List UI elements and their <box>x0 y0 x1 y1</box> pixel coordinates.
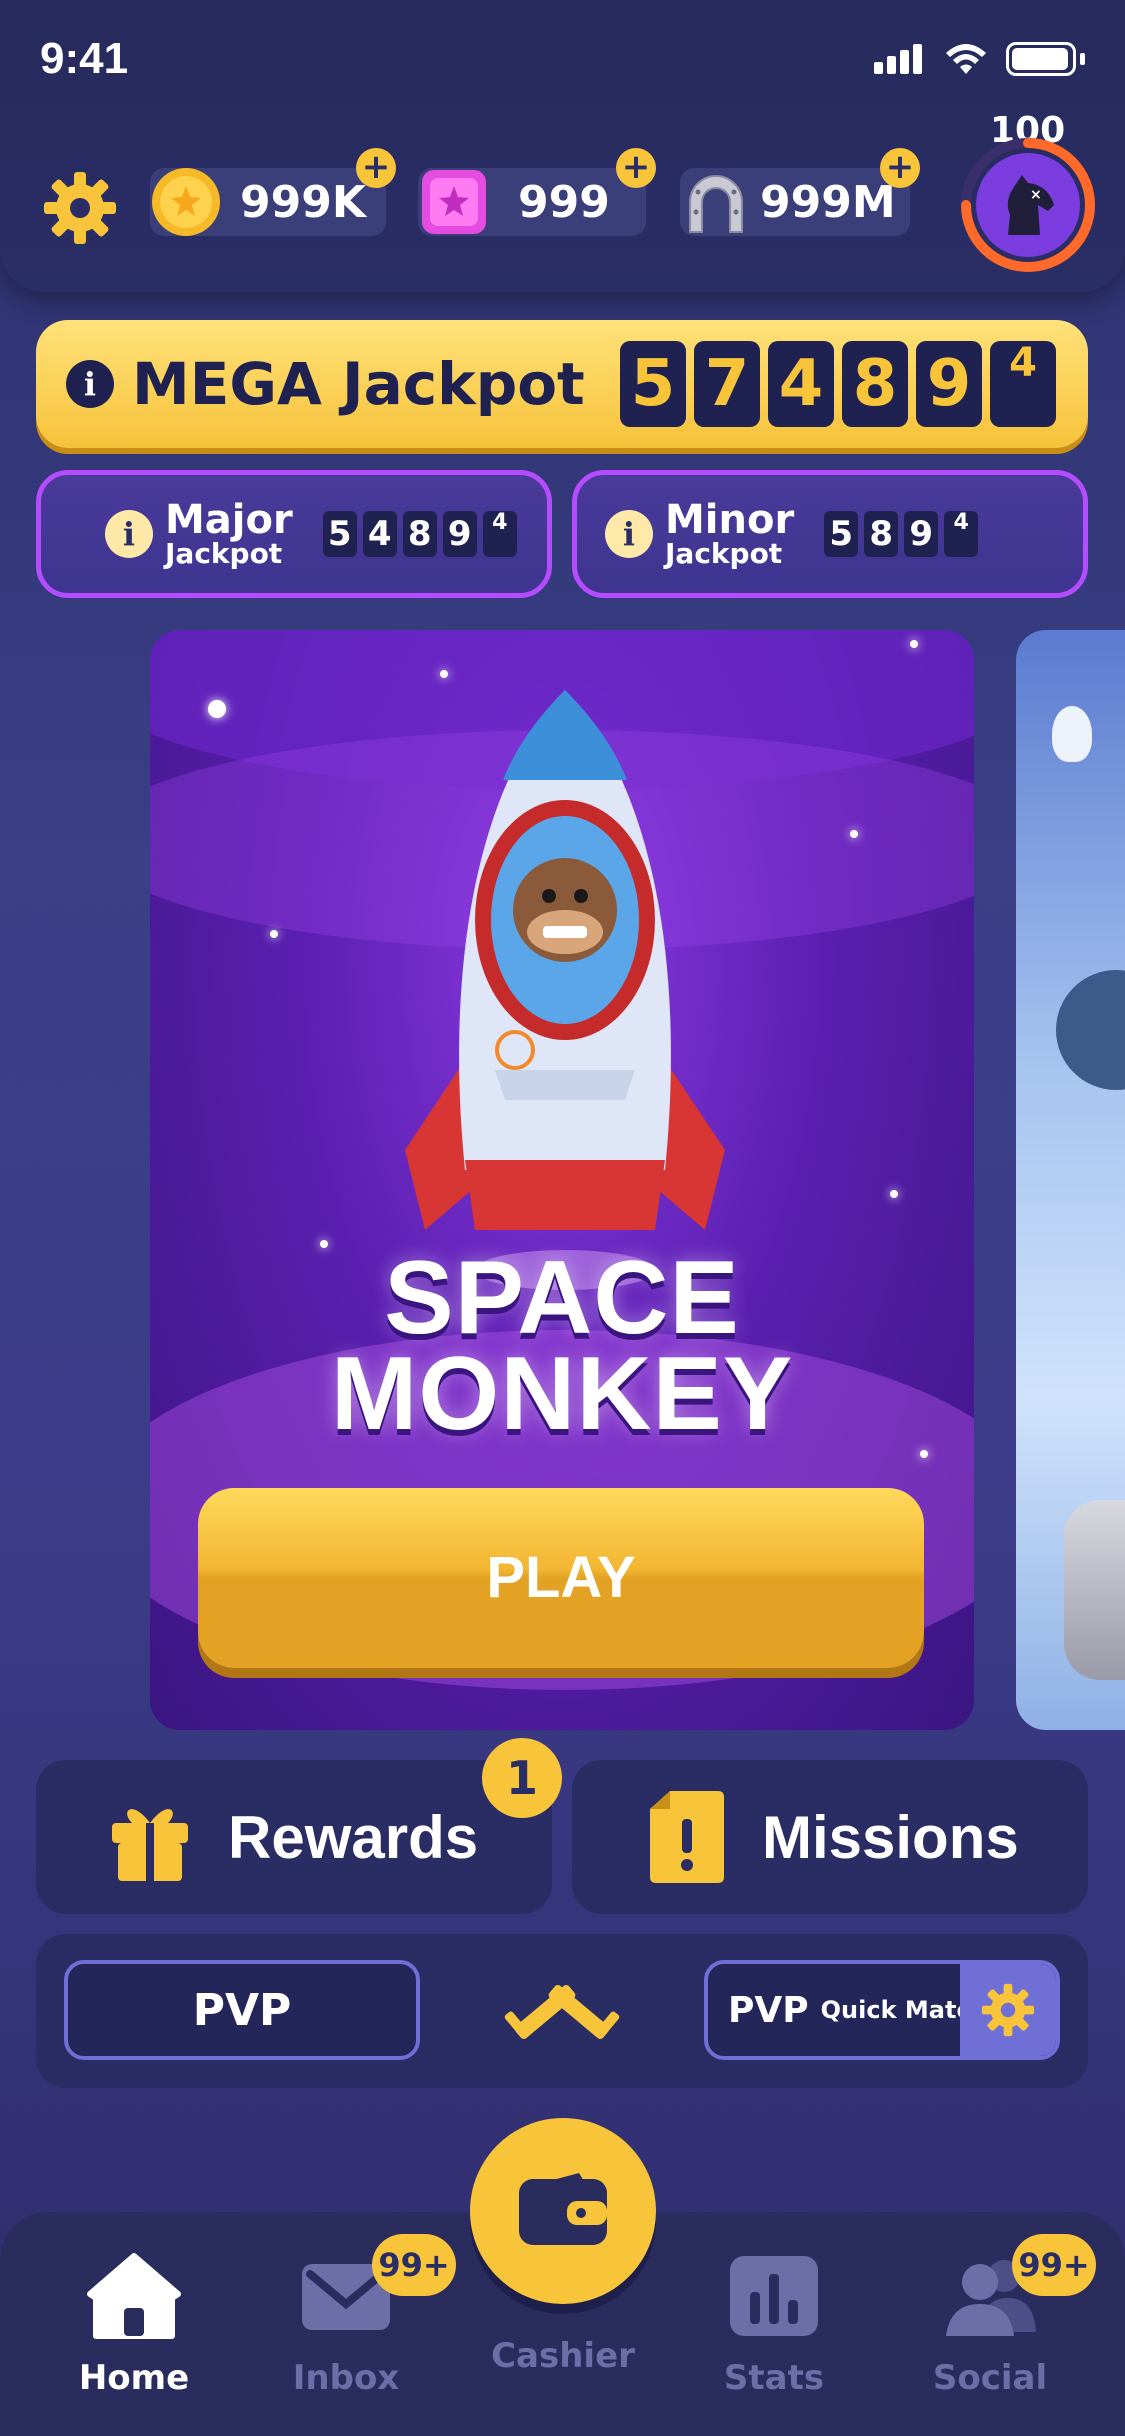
major-digit-rolling: 4 <box>482 511 517 557</box>
missions-label: Missions <box>762 1803 1019 1871</box>
mega-info-icon[interactable]: i <box>66 360 114 408</box>
major-digit: 8 <box>402 511 437 557</box>
coins-value: 999K <box>240 176 366 228</box>
stats-icon <box>730 2256 818 2336</box>
rocket-illustration <box>405 690 725 1290</box>
rewards-count-badge: 1 <box>482 1738 562 1818</box>
svg-text:×: × <box>1030 187 1042 203</box>
horseshoe-icon <box>689 175 743 233</box>
major-jackpot-counter: 5 4 8 9 4 <box>322 511 517 557</box>
status-icons <box>874 42 1085 76</box>
mega-digit: 5 <box>620 341 686 427</box>
status-time: 9:41 <box>40 34 129 83</box>
mega-digit: 9 <box>916 341 982 427</box>
pvp-quick-label: PVP <box>728 1989 809 2031</box>
tab-inbox-label: Inbox <box>292 2358 400 2398</box>
pvp-settings-button[interactable] <box>960 1964 1056 2056</box>
mega-digit-rolling: 4 <box>990 341 1056 427</box>
mega-digit: 4 <box>768 341 834 427</box>
gift-icon <box>112 1809 188 1881</box>
play-button[interactable]: PLAY <box>198 1488 924 1668</box>
star <box>890 1190 898 1198</box>
mega-digit: 7 <box>694 341 760 427</box>
tab-cashier-label[interactable]: Cashier <box>470 2336 656 2376</box>
horseshoes-balance[interactable]: 999M + <box>680 148 920 236</box>
star <box>910 640 918 648</box>
tab-stats[interactable]: Stats <box>684 2252 864 2398</box>
star <box>208 700 226 718</box>
next-card-button <box>1064 1500 1125 1680</box>
minor-digit: 5 <box>824 511 859 557</box>
horseshoes-value: 999M <box>760 176 896 228</box>
next-game-card-peek[interactable] <box>1016 630 1125 1730</box>
cloud-shape <box>1056 970 1125 1090</box>
coin-icon <box>152 168 220 236</box>
gear-icon <box>981 1983 1035 2037</box>
rewards-label: Rewards <box>228 1803 479 1871</box>
add-coins-button[interactable]: + <box>356 148 396 188</box>
pvp-button[interactable]: PVP <box>64 1960 420 2060</box>
major-info-icon[interactable]: i <box>105 510 153 558</box>
cashier-button[interactable] <box>470 2118 656 2304</box>
missions-button[interactable]: Missions <box>572 1760 1088 1914</box>
coins-balance[interactable]: 999K + <box>150 148 396 236</box>
featured-game-card[interactable]: SPACE MONKEY PLAY <box>150 630 974 1730</box>
wallet-icon <box>519 2173 607 2245</box>
tab-home[interactable]: Home <box>44 2252 224 2398</box>
pvp-quick-match-button[interactable]: PVP Quick Match <box>704 1960 1060 2060</box>
major-digit: 4 <box>362 511 397 557</box>
social-badge: 99+ <box>1012 2234 1096 2296</box>
game-title: SPACE MONKEY <box>330 1240 794 1452</box>
minor-info-icon[interactable]: i <box>605 510 653 558</box>
signal-icon <box>874 44 926 74</box>
pvp-label: PVP <box>192 1984 292 2036</box>
missions-icon <box>650 1791 724 1883</box>
wifi-icon <box>946 44 986 74</box>
player-avatar[interactable]: × <box>958 135 1098 275</box>
mega-jackpot-banner[interactable]: i MEGA Jackpot 5 7 4 8 9 4 <box>36 320 1088 448</box>
star <box>320 1240 328 1248</box>
home-icon <box>87 2253 181 2339</box>
battery-icon <box>1006 42 1085 76</box>
gems-balance[interactable]: 999 + <box>418 148 656 236</box>
add-horseshoes-button[interactable]: + <box>880 148 920 188</box>
add-gems-button[interactable]: + <box>616 148 656 188</box>
gems-value: 999 <box>518 176 610 228</box>
inbox-badge: 99+ <box>372 2234 456 2296</box>
star <box>850 830 858 838</box>
mega-jackpot-title: MEGA Jackpot <box>132 350 585 418</box>
top-header: 9:41 999K + 999 + 999M + 100 × <box>0 0 1125 292</box>
star <box>270 930 278 938</box>
minor-digit: 8 <box>864 511 899 557</box>
major-jackpot-label: Major Jackpot <box>165 497 293 570</box>
star <box>920 1450 928 1458</box>
gem-icon <box>422 170 486 234</box>
mega-digit: 8 <box>842 341 908 427</box>
rewards-button[interactable]: Rewards 1 <box>36 1738 562 1914</box>
tab-stats-label: Stats <box>723 2358 825 2398</box>
minor-jackpot-counter: 5 8 9 4 <box>824 511 979 557</box>
minor-jackpot[interactable]: i Minor Jackpot 5 8 9 4 <box>572 470 1088 598</box>
major-jackpot[interactable]: i Major Jackpot 5 4 8 9 4 <box>36 470 552 598</box>
crossed-swords-icon <box>504 1985 620 2039</box>
major-digit: 5 <box>322 511 357 557</box>
pvp-panel: PVP PVP Quick Match <box>36 1934 1088 2088</box>
tab-home-label: Home <box>78 2358 190 2398</box>
mega-jackpot-counter: 5 7 4 8 9 4 <box>620 341 1056 427</box>
major-digit: 9 <box>442 511 477 557</box>
minor-digit: 9 <box>904 511 939 557</box>
minor-digit-rolling: 4 <box>944 511 979 557</box>
tab-social-label: Social <box>932 2358 1048 2398</box>
minor-jackpot-label: Minor Jackpot <box>665 497 795 570</box>
balloon-icon <box>1052 706 1092 762</box>
settings-gear-icon[interactable] <box>40 168 120 248</box>
